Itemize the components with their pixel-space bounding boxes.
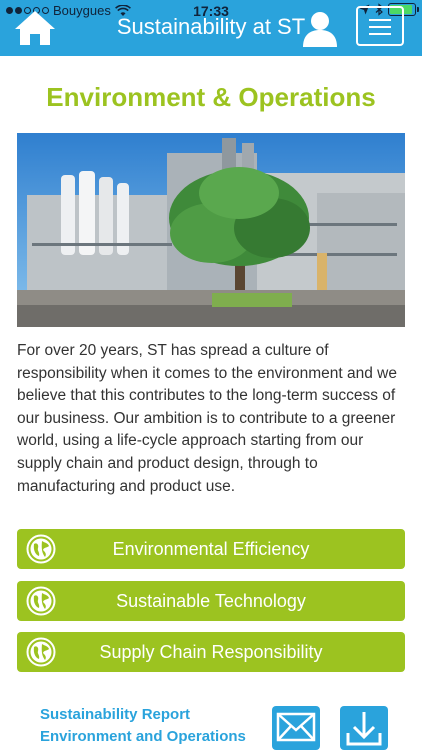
intro-text: For over 20 years, ST has spread a cultu… xyxy=(17,342,397,495)
menu-button[interactable] xyxy=(356,6,404,46)
menu-icon xyxy=(369,19,391,21)
report-line-2: Environment and Operations xyxy=(40,728,246,745)
environmental-efficiency-button[interactable]: Environmental Efficiency xyxy=(17,529,405,569)
top-bar: Bouygues 17:33 Sustainability at ST xyxy=(0,0,422,56)
user-icon[interactable] xyxy=(300,8,340,48)
button-label: Sustainable Technology xyxy=(116,591,306,611)
mail-button[interactable] xyxy=(272,706,320,750)
mail-icon xyxy=(276,712,316,742)
page-title: Environment & Operations xyxy=(46,82,376,112)
report-line-1: Sustainability Report xyxy=(40,706,191,723)
globe-icon xyxy=(26,586,56,616)
download-button[interactable] xyxy=(340,706,388,750)
sustainable-technology-button[interactable]: Sustainable Technology xyxy=(17,581,405,621)
sustainability-report-link[interactable]: Sustainability Report Environment and Op… xyxy=(40,704,246,748)
industrial-plant-photo xyxy=(17,133,405,327)
globe-icon xyxy=(26,534,56,564)
button-label: Supply Chain Responsibility xyxy=(99,642,323,662)
button-label: Environmental Efficiency xyxy=(112,539,310,559)
globe-icon xyxy=(26,637,56,667)
supply-chain-responsibility-button[interactable]: Supply Chain Responsibility xyxy=(17,632,405,672)
download-icon xyxy=(346,712,382,746)
